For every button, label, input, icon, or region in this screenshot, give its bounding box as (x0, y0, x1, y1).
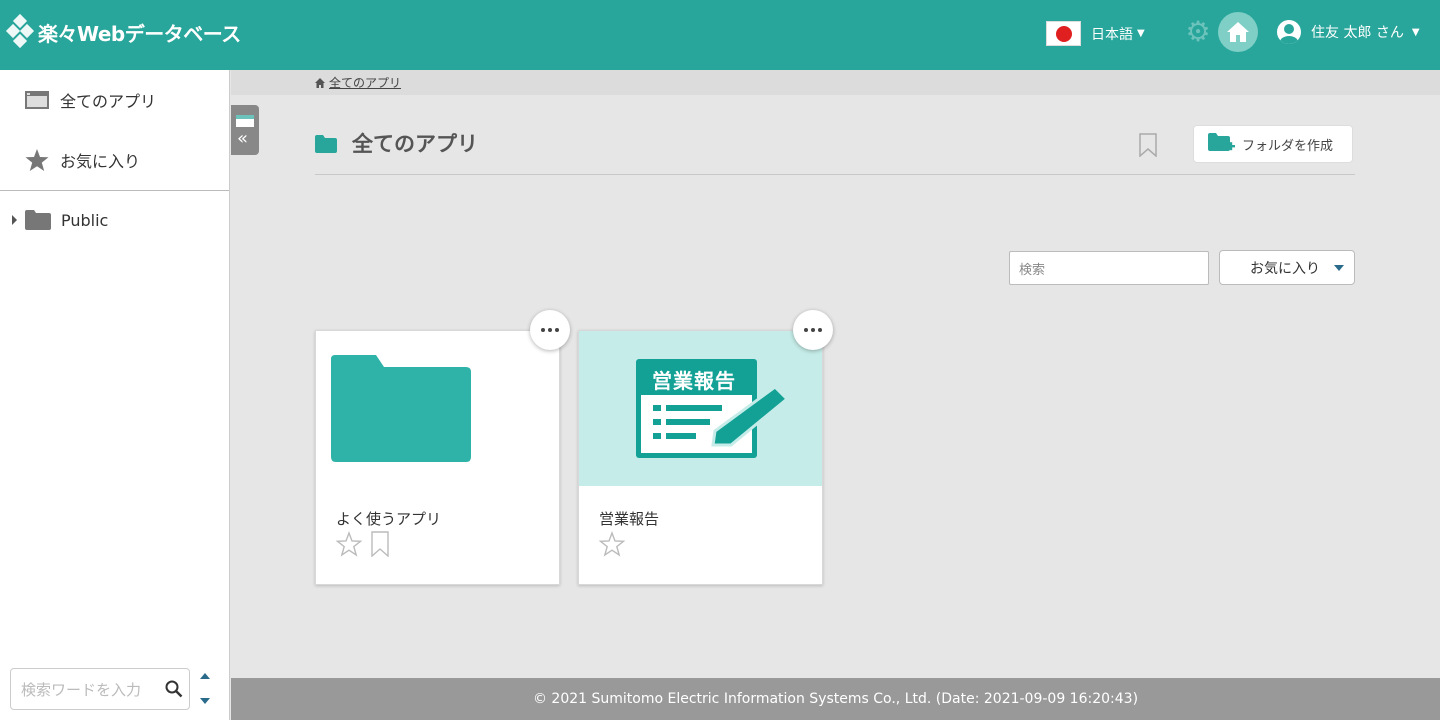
folder-add-icon (1208, 133, 1236, 155)
chevron-down-icon (1334, 264, 1344, 271)
app-card-sales-report[interactable]: 営業報告 営業報告 (578, 330, 823, 585)
tree-item-label: Public (61, 210, 109, 230)
search-placeholder: 検索ワードを入力 (21, 680, 142, 699)
sidebar-item-label: お気に入り (60, 152, 141, 171)
breadcrumb: 全てのアプリ (231, 70, 1440, 95)
panel-icon (236, 115, 254, 127)
dot-icon (818, 328, 822, 332)
bookmark-icon[interactable] (370, 531, 390, 557)
chevron-down-icon: ▼ (1137, 28, 1145, 39)
page-title-bar: 全てのアプリ フォルダを作成 (315, 125, 1355, 175)
sidebar-item-all-apps[interactable]: 全てのアプリ (0, 70, 229, 130)
user-menu[interactable]: 住友 太郎 さん ▼ (1277, 20, 1420, 44)
scroll-up-icon[interactable] (200, 673, 210, 679)
folder-icon (315, 135, 337, 157)
dot-icon (811, 328, 815, 332)
star-outline-icon[interactable] (336, 531, 362, 557)
expand-arrow-icon[interactable] (12, 215, 17, 225)
sidebar-scroll-arrows (198, 670, 212, 710)
card-name: よく使うアプリ (336, 510, 442, 528)
language-label: 日本語 (1091, 26, 1133, 43)
folder-icon (25, 210, 51, 230)
report-edit-icon (636, 359, 790, 458)
copyright-text: © 2021 Sumitomo Electric Information Sys… (532, 691, 1139, 707)
card-name: 営業報告 (599, 510, 660, 528)
app-name: 楽々Webデータベース (38, 21, 241, 46)
page-title: 全てのアプリ (352, 132, 478, 156)
card-thumbnail: 営業報告 (579, 331, 822, 486)
app-card-folder[interactable]: よく使うアプリ (315, 330, 560, 585)
app-search-input[interactable]: 検索 (1009, 251, 1209, 285)
search-placeholder: 検索 (1019, 262, 1046, 278)
home-button[interactable] (1218, 12, 1258, 52)
logo-mark-icon (5, 13, 36, 50)
sidebar-item-favorites[interactable]: お気に入り (0, 130, 229, 190)
sidebar-search-input[interactable]: 検索ワードを入力 (10, 668, 190, 710)
sidebar-item-label: 全てのアプリ (60, 92, 157, 111)
chevron-down-icon: ▼ (1411, 26, 1420, 38)
home-icon (315, 77, 325, 88)
user-name: 住友 太郎 さん (1311, 25, 1404, 41)
search-icon[interactable] (159, 680, 189, 698)
tree-item-public[interactable]: Public (0, 191, 229, 249)
language-selector[interactable]: 日本語 ▼ (1046, 21, 1145, 46)
breadcrumb-link-all-apps[interactable]: 全てのアプリ (329, 74, 401, 91)
app-logo[interactable]: 楽々Webデータベース (5, 13, 241, 50)
card-thumbnail (316, 331, 559, 486)
sidebar-collapse-button[interactable]: « (231, 105, 259, 155)
scroll-down-icon[interactable] (200, 698, 210, 704)
japan-flag-icon (1046, 21, 1081, 46)
card-more-menu-button[interactable] (793, 310, 833, 350)
star-outline-icon[interactable] (599, 531, 625, 557)
sidebar: 全てのアプリ お気に入り Public 検索ワードを入力 (0, 70, 230, 720)
filter-selected-value: お気に入り (1250, 260, 1320, 277)
dot-icon (804, 328, 808, 332)
star-icon (25, 148, 49, 172)
filter-select[interactable]: お気に入り (1219, 250, 1355, 285)
gear-icon[interactable]: ⚙ (1183, 17, 1213, 47)
create-folder-label: フォルダを作成 (1242, 138, 1334, 154)
double-chevron-left-icon: « (237, 128, 249, 149)
footer: © 2021 Sumitomo Electric Information Sys… (231, 678, 1440, 720)
top-header: 楽々Webデータベース 日本語 ▼ ⚙ 住友 太郎 さん ▼ (0, 0, 1440, 70)
home-icon (1227, 22, 1249, 42)
card-more-menu-button[interactable] (530, 310, 570, 350)
dot-icon (541, 328, 545, 332)
avatar (1277, 20, 1301, 44)
thumbnail-title: 営業報告 (652, 369, 736, 393)
window-icon (25, 88, 49, 112)
create-folder-button[interactable]: フォルダを作成 (1193, 125, 1353, 163)
bookmark-icon[interactable] (1139, 133, 1157, 161)
dot-icon (555, 328, 559, 332)
folder-icon (331, 355, 471, 462)
dot-icon (548, 328, 552, 332)
